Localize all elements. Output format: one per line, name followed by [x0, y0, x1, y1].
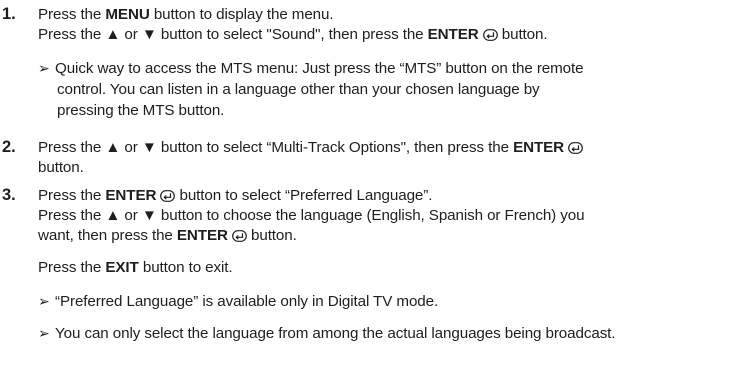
step-number: 1.: [2, 5, 16, 23]
note: ➢ Quick way to access the MTS menu: Just …: [38, 60, 584, 77]
step-1-line-2: Press the ▲ or ▼ button to select "Sound…: [38, 25, 548, 47]
enter-icon: [231, 228, 247, 248]
note-arrow-icon: ➢: [38, 60, 50, 76]
step-2-line-2: button.: [38, 159, 84, 176]
menu-button-label: MENU: [105, 6, 150, 23]
note-continuation: pressing the MTS button.: [57, 102, 225, 119]
enter-icon: [482, 27, 498, 47]
step-2-line-1: Press the ▲ or ▼ button to select “Multi…: [38, 138, 583, 160]
step-number: 3.: [2, 186, 16, 204]
exit-instruction: Press the EXIT button to exit.: [38, 259, 233, 276]
exit-button-label: EXIT: [105, 259, 139, 276]
step-3-line-3: want, then press the ENTER button.: [38, 226, 297, 248]
note: ➢ You can only select the language from a…: [38, 325, 616, 342]
step-number: 2.: [2, 138, 16, 156]
note-continuation: control. You can listen in a language ot…: [57, 81, 540, 98]
note: ➢ “Preferred Language” is available only …: [38, 293, 439, 310]
step-1-line-1: Press the MENU button to display the men…: [38, 6, 334, 23]
enter-icon: [568, 140, 583, 160]
enter-button-label: ENTER: [105, 187, 157, 204]
enter-button-label: ENTER: [176, 227, 228, 244]
enter-button-label: ENTER: [513, 139, 565, 156]
step-3-line-2: Press the ▲ or ▼ button to choose the la…: [38, 207, 585, 224]
enter-button-label: ENTER: [427, 26, 479, 43]
step-3-line-1: Press the ENTER button to select “Prefer…: [38, 186, 432, 208]
note-arrow-icon: ➢: [38, 293, 50, 309]
note-arrow-icon: ➢: [38, 325, 50, 341]
enter-icon: [160, 188, 176, 208]
